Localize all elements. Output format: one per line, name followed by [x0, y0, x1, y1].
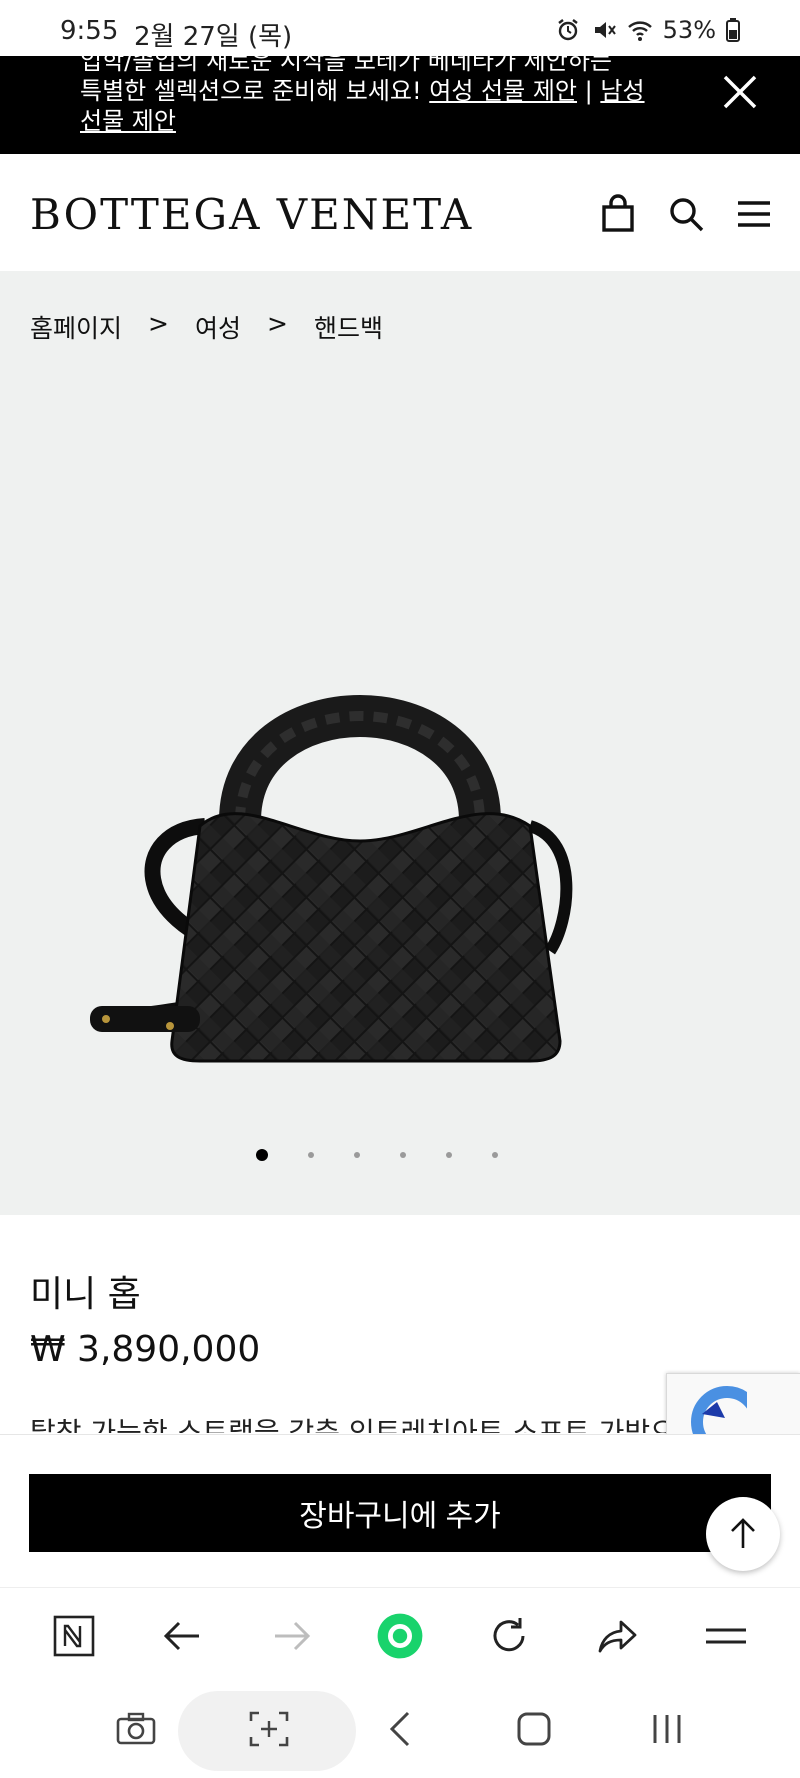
arrow-up-icon	[731, 1518, 755, 1548]
carousel-dot[interactable]	[446, 1152, 452, 1158]
browser-toolbar	[0, 1587, 800, 1683]
camera-icon[interactable]	[112, 1705, 160, 1753]
promo-line-2: 특별한 셀렉션으로 준비해 보세요!	[80, 77, 430, 105]
promo-text: 입학/졸업의 새로운 시작을 보테가 베네타가 제안하는 특별한 셀렉션으로 준…	[80, 56, 660, 136]
alarm-icon	[557, 19, 578, 41]
site-header: BOTTEGA VENETA	[0, 154, 800, 271]
carousel-dot[interactable]	[256, 1149, 268, 1161]
breadcrumb-women[interactable]: 여성	[195, 309, 241, 345]
header-actions	[598, 194, 774, 234]
women-gift-link[interactable]: 여성 선물 제안	[429, 77, 577, 105]
product-name: 미니 홉	[30, 1274, 141, 1315]
breadcrumb-home[interactable]: 홈페이지	[30, 309, 122, 345]
home-dot-icon[interactable]	[376, 1612, 424, 1660]
system-navigation-bar	[0, 1683, 800, 1778]
promo-line-1: 입학/졸업의 새로운 시작을 보테가 베네타가 제안하는	[80, 56, 612, 75]
carousel-dots	[256, 1149, 498, 1161]
carousel-dot[interactable]	[354, 1152, 360, 1158]
naver-n-icon[interactable]	[50, 1612, 98, 1660]
breadcrumb: 홈페이지 > 여성 > 핸드백	[30, 309, 383, 345]
wifi-icon	[627, 21, 652, 41]
status-bar: 9:55 2월 27일 (목) 53%	[0, 0, 800, 56]
battery-percent: 53%	[662, 16, 716, 44]
sticky-cart-bar: 장바구니에 추가	[0, 1434, 800, 1587]
battery-icon	[726, 18, 740, 42]
product-image	[90, 695, 573, 1063]
scroll-to-top-button[interactable]	[706, 1497, 780, 1571]
share-icon[interactable]	[593, 1612, 641, 1660]
back-icon[interactable]	[378, 1705, 426, 1753]
recents-icon[interactable]	[643, 1705, 691, 1753]
carousel-dot[interactable]	[308, 1152, 314, 1158]
promo-divider: |	[577, 77, 601, 105]
carousel-dot[interactable]	[492, 1152, 498, 1158]
product-description: 탈착 가능한 스트랩을 갖춘 인트레치아토 소프트 가방으로	[30, 1416, 702, 1433]
home-icon[interactable]	[510, 1705, 558, 1753]
shopping-bag-icon[interactable]	[598, 194, 638, 234]
menu-icon[interactable]	[734, 194, 774, 234]
mute-icon	[594, 22, 616, 38]
status-icons: 53%	[555, 16, 740, 44]
scan-icon[interactable]	[245, 1705, 293, 1753]
status-date: 2월 27일 (목)	[134, 22, 293, 52]
product-info: 미니 홉 ₩ 3,890,000 탈착 가능한 스트랩을 갖춘 인트레치아토 소…	[0, 1215, 800, 1449]
breadcrumb-separator: >	[266, 309, 288, 338]
menu-icon[interactable]	[702, 1612, 750, 1660]
brand-logo[interactable]: BOTTEGA VENETA	[30, 190, 473, 239]
search-icon[interactable]	[666, 194, 706, 234]
close-icon[interactable]	[720, 72, 760, 112]
add-to-cart-button[interactable]: 장바구니에 추가	[29, 1474, 771, 1552]
breadcrumb-handbags[interactable]: 핸드백	[314, 309, 383, 345]
refresh-icon[interactable]	[485, 1612, 533, 1660]
breadcrumb-separator: >	[148, 309, 169, 338]
status-time: 9:55	[60, 16, 119, 46]
back-arrow-icon[interactable]	[159, 1612, 207, 1660]
promo-banner: 입학/졸업의 새로운 시작을 보테가 베네타가 제안하는 특별한 셀렉션으로 준…	[0, 56, 800, 154]
product-price: ₩ 3,890,000	[30, 1329, 261, 1370]
product-gallery[interactable]: 홈페이지 > 여성 > 핸드백	[0, 271, 800, 1215]
forward-arrow-icon[interactable]	[267, 1612, 315, 1660]
carousel-dot[interactable]	[400, 1152, 406, 1158]
